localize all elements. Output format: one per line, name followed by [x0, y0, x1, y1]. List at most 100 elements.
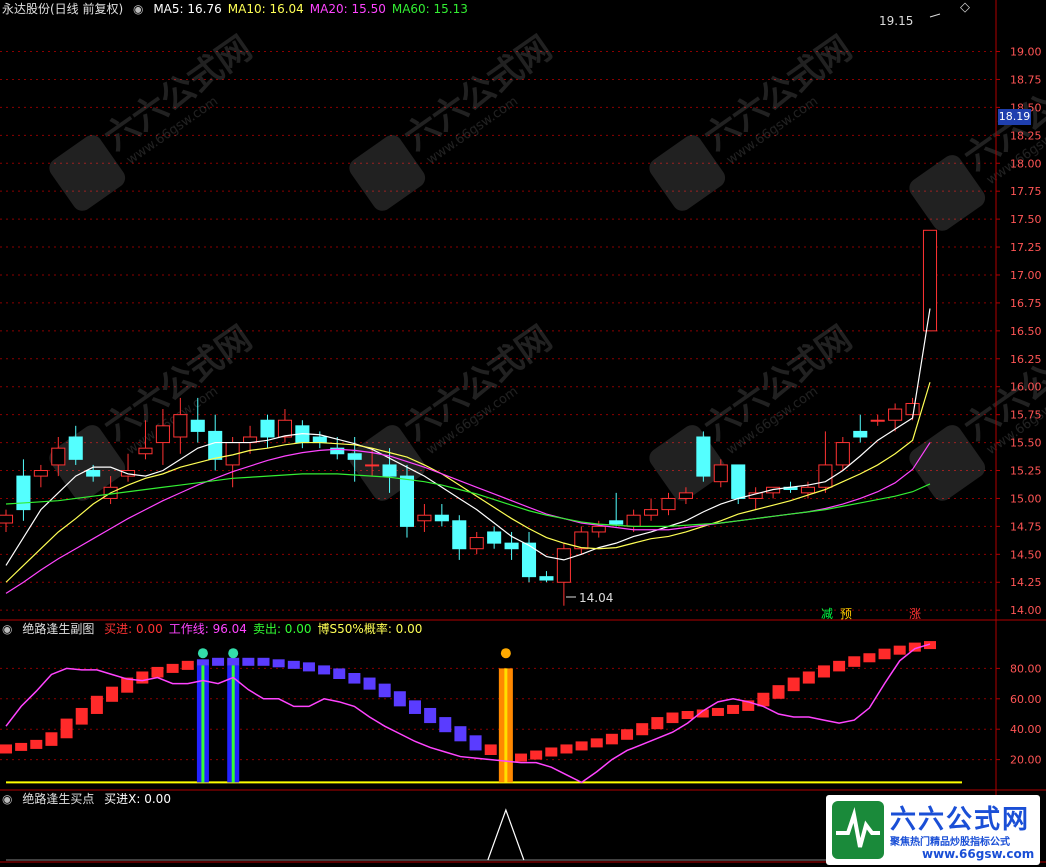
sell-signal-icon [197, 648, 208, 659]
candle-up [0, 514, 14, 524]
indicator-legend-1: 工作线: 96.04 [168, 622, 247, 636]
price-tick-label: 17.00 [1010, 269, 1042, 282]
indicator-bar [318, 665, 331, 675]
candle-down [853, 430, 868, 438]
candle-up [888, 408, 903, 421]
panel-icon[interactable]: ◉ [2, 792, 12, 806]
indicator-bar [545, 747, 558, 757]
candle-down [347, 453, 362, 460]
indicator-bar [469, 735, 482, 751]
candle-up [51, 447, 66, 466]
buy-legend-0: 买进X: 0.00 [104, 792, 171, 806]
indicator-bar [727, 704, 740, 714]
watermark-text: 六六公式网 [697, 28, 859, 158]
price-tick-label: 17.75 [1010, 185, 1042, 198]
price-tick-label: 16.50 [1010, 325, 1042, 338]
sub-chart-title: 绝路逢生副图 [22, 622, 95, 636]
indicator-bar [106, 686, 119, 702]
indicator-bar [75, 707, 88, 725]
indicator-tick-label: 60.00 [1010, 693, 1042, 706]
indicator-bar [348, 673, 361, 684]
indicator-bar [848, 656, 861, 667]
indicator-bar [711, 707, 724, 716]
price-tick-label: 16.00 [1010, 381, 1042, 394]
stock-title: 永达股份(日线 前复权) [2, 2, 124, 16]
current-price-tag: 18.19 [998, 109, 1031, 125]
price-tick-label: 15.75 [1010, 409, 1042, 422]
indicator-bar [681, 711, 694, 719]
candle-down [539, 576, 554, 581]
indicator-bar [787, 677, 800, 692]
indicator-bars [0, 641, 962, 784]
high-marker [929, 13, 941, 18]
ma-line-ma20 [5, 442, 931, 594]
candle-up [713, 464, 728, 483]
indicator-bar [272, 659, 285, 668]
indicator-bar [0, 744, 12, 754]
indicator-legend-0: 买进: 0.00 [104, 622, 163, 636]
signal-reduce: 减 [821, 607, 834, 621]
indicator-legend-2: 卖出: 0.00 [252, 622, 312, 636]
price-tick-label: 16.25 [1010, 353, 1042, 366]
indicator-bar [802, 671, 815, 684]
candle-down [86, 470, 101, 477]
indicator-tick-label: 40.00 [1010, 723, 1042, 736]
indicator-bar [666, 712, 679, 724]
candle-down [16, 475, 31, 511]
indicator-bar [227, 657, 240, 666]
settings-icon[interactable]: ◉ [133, 2, 143, 16]
indicator-bar [772, 685, 785, 699]
indicator-bar [166, 663, 179, 673]
watermark-text: 六六公式网 [697, 318, 859, 448]
ma-legend-3: MA60: 15.13 [391, 2, 468, 16]
candle-up [626, 514, 641, 527]
indicator-bar [893, 645, 906, 655]
indicator-bar [590, 738, 603, 748]
indicator-bar [636, 723, 649, 736]
watermark-mark: 六六公式网www.66gsw.com [649, 28, 859, 211]
candle-up [905, 402, 920, 416]
indicator-bar [530, 750, 543, 760]
indicator-bar [181, 660, 194, 670]
indicator-bar [30, 739, 43, 749]
indicator-bar [454, 726, 467, 742]
diamond-icon[interactable]: ◇ [960, 0, 970, 15]
indicator-bar [817, 665, 830, 678]
indicator-bar [257, 657, 270, 666]
price-tick-label: 18.00 [1010, 157, 1042, 170]
candle-down [260, 419, 275, 438]
candle-up [173, 414, 188, 438]
price-tick-label: 14.25 [1010, 576, 1042, 589]
low-price-label: 14.04 [579, 591, 614, 605]
candle-up [661, 497, 676, 511]
price-tick-label: 19.00 [1010, 46, 1042, 59]
price-tick-label: 15.25 [1010, 465, 1042, 478]
indicator-bar [212, 657, 225, 666]
indicator-bar [242, 657, 255, 666]
indicator-bar [287, 660, 300, 669]
indicator-bar [651, 717, 664, 730]
indicator-bar [560, 744, 573, 754]
candle-up [678, 492, 693, 499]
buy-point-spike [487, 808, 525, 861]
indicator-tick-label: 20.00 [1010, 754, 1042, 767]
indicator-axis: 20.00 40.00 60.00 80.00 [996, 662, 1042, 767]
signal-warning: 预 [840, 607, 853, 621]
panel-icon[interactable]: ◉ [2, 622, 12, 636]
candle-up [138, 447, 153, 455]
indicator-bar [363, 677, 376, 690]
candle-up [155, 425, 170, 444]
candle-down [399, 475, 415, 527]
indicator-bar [833, 660, 846, 672]
candle-up [591, 525, 606, 533]
indicator-bar [60, 718, 73, 739]
high-price-label: 19.15 [879, 14, 914, 28]
watermark-mark: 六六公式网www.66gsw.com [49, 28, 259, 211]
candle-up [922, 229, 938, 332]
watermark-text: 六六公式网 [97, 28, 259, 158]
watermark-mark: 六六公式网www.66gsw.com [649, 318, 859, 501]
price-tick-label: 15.50 [1010, 437, 1042, 450]
price-tick-label: 14.75 [1010, 520, 1042, 533]
sell-signal-icon [228, 648, 239, 659]
ma-legend-1: MA10: 16.04 [227, 2, 304, 16]
